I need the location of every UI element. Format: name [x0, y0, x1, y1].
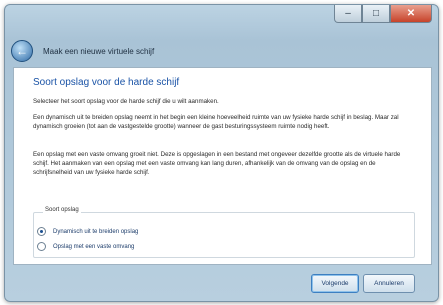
window-controls: – □ ✕ [334, 5, 432, 23]
wizard-footer: Volgende Annuleren [13, 267, 430, 297]
intro-text: Selecteer het soort opslag voor de harde… [33, 98, 219, 105]
radio-dynamic[interactable]: Dynamisch uit te breiden opslag [37, 227, 138, 236]
maximize-button[interactable]: □ [362, 5, 390, 23]
radio-unselected-icon[interactable] [37, 242, 46, 251]
dynamic-description: Een dynamisch uit te breiden opslag neem… [33, 114, 399, 130]
fixed-description: Een opslag met een vaste omvang groeit n… [33, 151, 401, 176]
close-button[interactable]: ✕ [390, 5, 432, 23]
radio-fixed-label: Opslag met een vaste omvang [53, 243, 135, 250]
cancel-button[interactable]: Annuleren [363, 274, 415, 293]
radio-fixed[interactable]: Opslag met een vaste omvang [37, 242, 134, 251]
group-label: Soort opslag [43, 207, 81, 213]
page-heading: Soort opslag voor de harde schijf [33, 77, 180, 88]
back-arrow-icon[interactable]: ← [11, 40, 33, 62]
wizard-nav: ← Maak een nieuwe virtuele schijf [11, 39, 154, 63]
wizard-page: Soort opslag voor de harde schijf Select… [13, 67, 432, 265]
window-title: Maak een nieuwe virtuele schijf [43, 46, 155, 56]
radio-selected-icon[interactable] [37, 227, 46, 236]
minimize-button[interactable]: – [334, 5, 362, 23]
radio-dynamic-label: Dynamisch uit te breiden opslag [53, 228, 139, 235]
next-button[interactable]: Volgende [311, 274, 359, 293]
dialog-window: – □ ✕ ← Maak een nieuwe virtuele schijf … [4, 4, 439, 302]
